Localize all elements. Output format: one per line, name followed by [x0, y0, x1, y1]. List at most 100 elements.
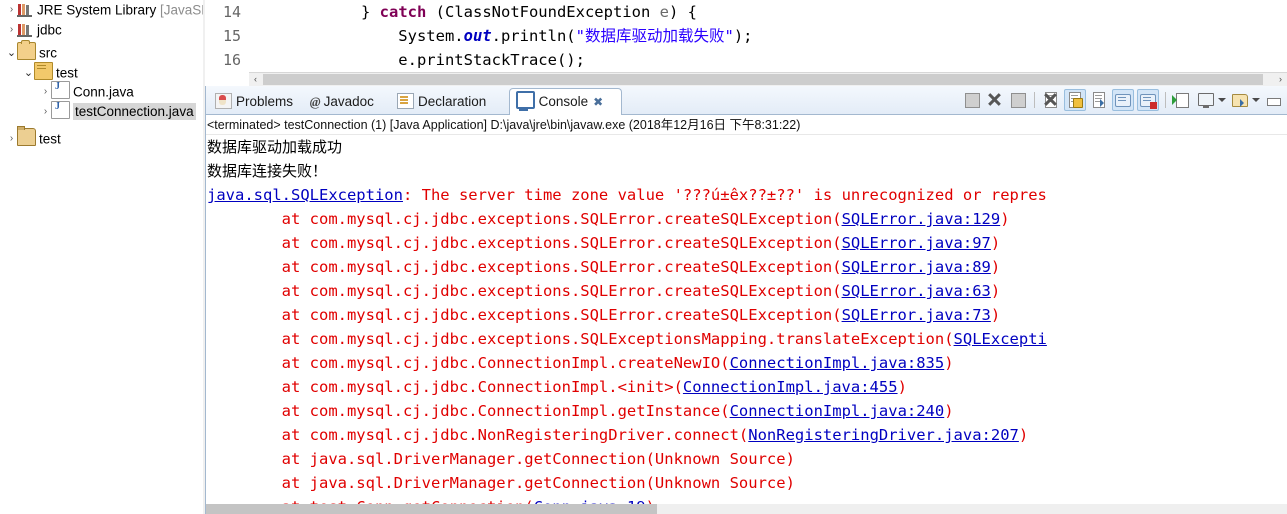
code-token: System.	[249, 27, 464, 45]
lock-icon	[1073, 98, 1083, 108]
square-icon	[965, 93, 980, 108]
console-line: 数据库驱动加载成功	[205, 135, 1287, 159]
editor-code-area[interactable]: } catch (ClassNotFoundException e) { Sys…	[249, 0, 1287, 72]
clear-console-button[interactable]	[962, 90, 982, 110]
tree-item-test[interactable]: ⌄ test	[0, 60, 205, 80]
code-line: System.out.println("数据库驱动加载失败");	[249, 24, 1287, 48]
code-token: .println(	[491, 27, 576, 45]
console-text: at com.mysql.cj.jdbc.exceptions.SQLExcep…	[207, 330, 954, 348]
java-file-icon	[51, 101, 70, 119]
console-text: )	[1018, 426, 1029, 444]
code-line: } catch (ClassNotFoundException e) {	[249, 0, 1287, 24]
minimize-button[interactable]	[1263, 90, 1283, 110]
tree-item-jdbc[interactable]: › jdbc	[0, 20, 205, 40]
chevron-right-icon[interactable]: ›	[40, 102, 51, 122]
console-line: at com.mysql.cj.jdbc.NonRegisteringDrive…	[205, 423, 1287, 447]
console-output[interactable]: 数据库驱动加载成功 数据库连接失败！ java.sql.SQLException: …	[205, 135, 1287, 514]
console-text: )	[990, 234, 1001, 252]
tree-item-src[interactable]: ⌄ src	[0, 40, 205, 60]
tree-item-testconnection-java[interactable]: › testConnection.java	[0, 100, 205, 122]
console-text: )	[990, 306, 1001, 324]
java-editor[interactable]: 14 15 16 } catch (ClassNotFoundException e…	[205, 0, 1287, 72]
console-horizontal-scrollbar[interactable]	[205, 504, 1287, 514]
tree-item-jre-system-library[interactable]: › JRE System Library [JavaSE	[0, 0, 205, 20]
stack-trace-link[interactable]: ConnectionImpl.java:835	[730, 354, 945, 372]
console-text: )	[897, 378, 907, 396]
scroll-right-arrow-icon[interactable]: ›	[1274, 73, 1287, 86]
stack-trace-link[interactable]: SQLError.java:129	[842, 210, 1001, 228]
open-console-dropdown[interactable]	[1218, 98, 1226, 106]
console-text: )	[1000, 210, 1010, 228]
stack-trace-link[interactable]: java.sql.SQLException	[207, 186, 403, 204]
tab-declaration[interactable]: Declaration	[391, 89, 517, 114]
display-selected-console-error-button[interactable]	[1137, 89, 1159, 111]
editor-scrollbar-thumb[interactable]	[263, 74, 1263, 85]
arrow-icon	[1100, 99, 1108, 107]
console-line: at com.mysql.cj.jdbc.exceptions.SQLError…	[205, 255, 1287, 279]
library-icon	[17, 21, 34, 37]
stack-trace-link[interactable]: SQLExcepti	[954, 330, 1047, 348]
line-number: 16	[222, 51, 241, 69]
tab-problems[interactable]: Problems	[209, 89, 312, 114]
console-line: java.sql.SQLException: The server time z…	[205, 183, 1287, 207]
new-badge-icon	[1240, 99, 1248, 107]
stack-trace-link[interactable]: ConnectionImpl.java:240	[730, 402, 945, 420]
separator-2	[1165, 92, 1166, 108]
clear-button[interactable]	[1041, 90, 1061, 110]
declaration-icon	[397, 93, 414, 109]
terminate-button[interactable]	[985, 90, 1005, 110]
tab-label: Problems	[236, 94, 294, 109]
code-token: (ClassNotFoundException	[426, 3, 660, 21]
console-text: at com.mysql.cj.jdbc.exceptions.SQLError…	[207, 210, 842, 228]
stack-trace-link[interactable]: NonRegisteringDriver.java:207	[748, 426, 1019, 444]
tree-item-test[interactable]: › test	[0, 125, 205, 146]
console-text: )	[990, 282, 1001, 300]
chevron-right-icon[interactable]: ›	[6, 0, 17, 20]
code-token: "数据库驱动加载失败"	[575, 27, 734, 45]
tree-item-label: jdbc	[37, 22, 62, 38]
tree-item-conn-java[interactable]: ›Conn.java	[0, 80, 205, 100]
open-console-button[interactable]	[1195, 90, 1215, 110]
new-console-view-button[interactable]	[1229, 90, 1249, 110]
tree-item-suffix: [JavaSE	[156, 2, 205, 18]
tab-javadoc[interactable]: @ Javadoc	[304, 89, 399, 114]
remove-all-terminated-button[interactable]	[1008, 90, 1028, 110]
tree-item-label: JRE System Library	[37, 2, 157, 18]
close-icon[interactable]: ✖	[593, 90, 603, 115]
console-text: )	[944, 402, 954, 420]
chevron-right-icon[interactable]: ›	[6, 129, 17, 149]
stack-trace-link[interactable]: SQLError.java:89	[842, 258, 991, 276]
console-text: at com.mysql.cj.jdbc.ConnectionImpl.crea…	[207, 354, 730, 372]
console-view-toolbar[interactable]	[962, 88, 1283, 112]
console-launch-header: <terminated> testConnection (1) [Java Ap…	[205, 115, 1287, 135]
show-console-on-output-button[interactable]	[1089, 90, 1109, 110]
package-icon	[34, 62, 53, 80]
tree-item-label: src	[39, 45, 57, 61]
editor-horizontal-scrollbar[interactable]: ‹ ›	[249, 72, 1287, 86]
scroll-left-arrow-icon[interactable]: ‹	[249, 73, 262, 86]
library-icon	[17, 1, 34, 17]
chevron-right-icon[interactable]: ›	[6, 20, 17, 40]
tab-label: Declaration	[418, 94, 487, 109]
console-text: at java.sql.DriverManager.getConnection(…	[207, 450, 795, 468]
console-line: at com.mysql.cj.jdbc.ConnectionImpl.crea…	[205, 351, 1287, 375]
stack-trace-link[interactable]: SQLError.java:97	[842, 234, 991, 252]
package-explorer-tree[interactable]: › JRE System Library [JavaSE › jdbc ⌄ src ⌄ tes…	[0, 0, 205, 514]
console-view[interactable]: <terminated> testConnection (1) [Java Ap…	[205, 115, 1287, 514]
stack-trace-link[interactable]: SQLError.java:63	[842, 282, 991, 300]
code-token: }	[249, 3, 380, 21]
console-line: at java.sql.DriverManager.getConnection(…	[205, 447, 1287, 471]
stack-trace-link[interactable]: ConnectionImpl.java:455	[683, 378, 898, 396]
new-console-view-dropdown[interactable]	[1252, 98, 1260, 106]
console-text: at java.sql.DriverManager.getConnection(…	[207, 474, 795, 492]
code-token: e	[659, 3, 669, 21]
console-scrollbar-thumb[interactable]	[205, 504, 657, 514]
tab-console[interactable]: Console ✖	[508, 88, 622, 116]
console-text: at com.mysql.cj.jdbc.exceptions.SQLError…	[207, 234, 842, 252]
scroll-lock-button[interactable]	[1064, 89, 1086, 111]
stack-trace-link[interactable]: SQLError.java:73	[842, 306, 991, 324]
console-line: at com.mysql.cj.jdbc.exceptions.SQLError…	[205, 279, 1287, 303]
display-selected-console-button[interactable]	[1112, 89, 1134, 111]
pin-console-button[interactable]	[1172, 90, 1192, 110]
console-line: at com.mysql.cj.jdbc.ConnectionImpl.<ini…	[205, 375, 1287, 399]
